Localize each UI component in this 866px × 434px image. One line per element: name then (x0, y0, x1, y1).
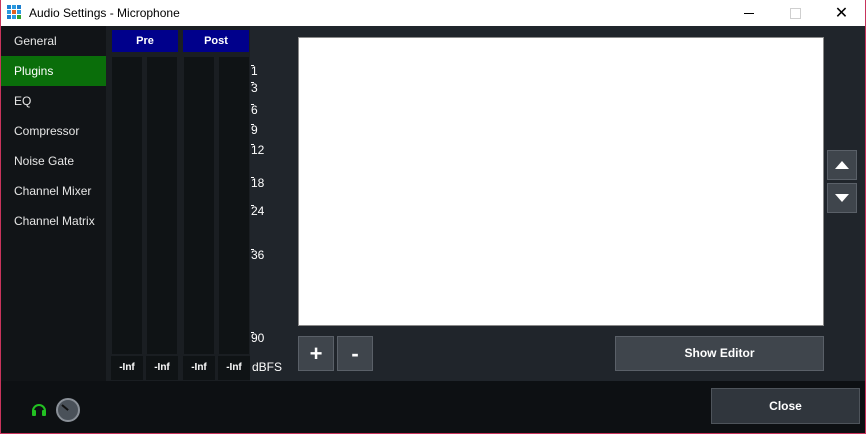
sidebar-item-general[interactable]: General (1, 26, 106, 56)
plugin-list[interactable] (298, 37, 824, 326)
pre-left-value: -Inf (111, 356, 143, 380)
remove-plugin-button[interactable]: - (337, 336, 373, 371)
audio-settings-window: Audio Settings - Microphone ✕ General Pl… (1, 0, 865, 433)
sidebar-item-compressor[interactable]: Compressor (1, 116, 106, 146)
scale-tick: 9 (251, 123, 258, 137)
scale-tick: 1 (251, 64, 258, 78)
meter-unit-label: dBFS (252, 360, 283, 374)
sidebar-item-noise-gate[interactable]: Noise Gate (1, 146, 106, 176)
scale-tick: 24 (251, 204, 265, 218)
scale-tick: 18 (251, 176, 265, 190)
meter-scale: 1 3 6 9 12 18 24 36 90 (251, 26, 295, 381)
post-right-value: -Inf (218, 356, 250, 380)
arrow-up-icon (835, 161, 849, 169)
scale-tick: 3 (251, 81, 258, 95)
move-down-button[interactable] (827, 183, 857, 213)
title-bar: Audio Settings - Microphone ✕ (1, 0, 865, 26)
sidebar-item-plugins[interactable]: Plugins (1, 56, 106, 86)
minimize-button[interactable] (726, 0, 771, 26)
pre-meter-left (112, 57, 142, 354)
scale-tick: 36 (251, 248, 265, 262)
post-left-value: -Inf (183, 356, 215, 380)
monitor-volume-knob[interactable] (56, 398, 80, 422)
sidebar-item-eq[interactable]: EQ (1, 86, 106, 116)
pre-right-value: -Inf (146, 356, 178, 380)
show-editor-button[interactable]: Show Editor (615, 336, 824, 371)
window-close-button[interactable]: ✕ (819, 0, 864, 26)
close-button[interactable]: Close (711, 388, 860, 424)
post-meter-header: Post (183, 30, 249, 52)
sidebar-item-channel-matrix[interactable]: Channel Matrix (1, 206, 106, 236)
scale-tick: 90 (251, 331, 265, 345)
add-plugin-button[interactable]: + (298, 336, 334, 371)
move-up-button[interactable] (827, 150, 857, 180)
scale-tick: 12 (251, 143, 265, 157)
post-meter-right (219, 57, 249, 354)
headphone-icon[interactable] (31, 401, 47, 417)
app-grid-icon (7, 5, 23, 21)
post-meter-left (184, 57, 214, 354)
window-title: Audio Settings - Microphone (29, 6, 180, 20)
pre-meter-right (147, 57, 177, 354)
arrow-down-icon (835, 194, 849, 202)
scale-tick: 6 (251, 103, 258, 117)
settings-sidebar: General Plugins EQ Compressor Noise Gate… (1, 26, 106, 381)
footer-bar: Close (1, 381, 865, 433)
maximize-button[interactable] (773, 0, 818, 26)
pre-meter-header: Pre (112, 30, 178, 52)
level-meters: Pre Post -Inf -Inf -Inf -Inf (106, 26, 250, 381)
sidebar-item-channel-mixer[interactable]: Channel Mixer (1, 176, 106, 206)
